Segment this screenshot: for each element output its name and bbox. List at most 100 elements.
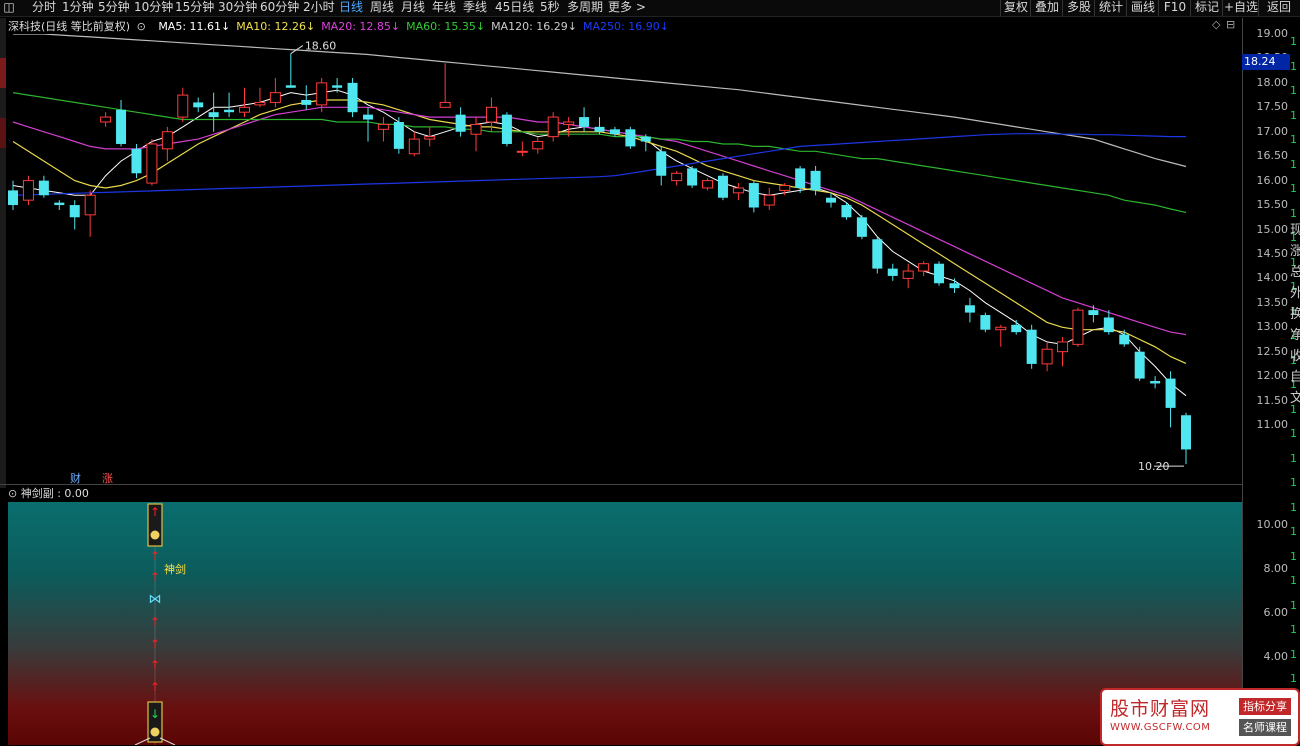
ma-line-ma250 [12,133,1186,196]
ma-value-4: MA120: 16.29 [491,20,568,33]
toolbar-button-4[interactable]: 画线 [1126,0,1159,16]
toolbar-button-3[interactable]: 统计 [1094,0,1127,16]
diamond-icon[interactable]: ◇ [1212,18,1220,31]
side-number: 1 [1290,500,1297,514]
side-label: 净 [1290,328,1300,343]
price-tick: 14.00 [1256,271,1289,285]
candle-body-down [980,315,991,330]
price-tick: 17.50 [1256,100,1289,114]
collapse-icon[interactable]: ⊙ [137,20,146,33]
toolbar-button-2[interactable]: 多股 [1062,0,1095,16]
side-number: 1 [1290,476,1297,489]
candle-body-down [579,117,590,127]
candle-body-up [732,187,744,194]
tab-14[interactable]: 5秒 [540,0,560,16]
side-number: 1 [1290,59,1297,73]
candle-body-up [316,82,328,106]
candle-body-up [100,116,112,123]
candle-body-up [254,101,266,106]
price-tick: 14.50 [1256,246,1289,260]
price-tick: 13.00 [1256,320,1289,334]
candle-body-down [362,114,373,120]
side-label: 现 [1290,223,1300,238]
tab-7[interactable]: 2小时 [303,0,335,16]
side-number: 1 [1290,108,1297,122]
candle-body-down [54,202,65,206]
side-label: 自 [1290,370,1300,385]
candle-body-up [547,116,559,138]
candle-body-up [22,180,34,201]
side-label: 外 [1290,286,1300,301]
ma-value-0: MA5: 11.61 [158,20,222,33]
candle-body-up [485,106,497,123]
ma-legend: 深科技(日线 等比前复权) ⊙ MA5: 11.61↓ MA10: 12.26↓ M… [8,18,669,34]
candle-body-down [393,121,404,149]
tab-8[interactable]: 日线 [339,0,363,16]
toolbar-button-7[interactable]: +自选 [1222,0,1259,16]
ma-arrow-4: ↓ [567,20,577,33]
up-arrow-icon: ↑ [150,658,160,672]
price-tick: 16.00 [1256,173,1289,187]
ma-line-ma10 [12,99,1187,364]
price-tick: 11.00 [1256,418,1289,431]
toolbar-button-1[interactable]: 叠加 [1030,0,1063,16]
side-number: 1 [1290,623,1297,636]
price-tick: 15.00 [1256,222,1289,236]
price-tick: 12.00 [1256,369,1289,383]
tab-3[interactable]: 10分钟 [134,0,173,16]
candlestick-chart[interactable]: 18.60 10.20 [0,34,1242,484]
tab-5[interactable]: 30分钟 [218,0,257,16]
toolbar-button-0[interactable]: 复权 [1000,0,1031,16]
candle-body-down [887,268,898,276]
candle-body-up [902,270,914,279]
ma-arrow-0: ↓ [221,20,231,33]
tab-10[interactable]: 月线 [401,0,425,16]
ma-arrow-5: ↓ [659,20,669,33]
high-label: 18.60 [305,40,337,53]
watermark-logo: 股市财富网 WWW.GSCFW.COM 指标分享 名师课程 [1100,688,1300,746]
candle-body-down [1119,334,1130,345]
side-number: 1 [1290,574,1297,587]
tab-15[interactable]: 多周期 [567,0,603,16]
candle-body-down [964,305,975,313]
toolbar-button-6[interactable]: 标记 [1190,0,1223,16]
price-tick: 15.50 [1256,198,1289,212]
candle-body-down [826,197,837,203]
tab-4[interactable]: 15分钟 [175,0,214,16]
tab-1[interactable]: 1分钟 [62,0,94,16]
toolbar-button-8[interactable]: 返回 [1258,0,1299,16]
candle-body-down [656,151,667,176]
tab-11[interactable]: 年线 [432,0,456,16]
tab-12[interactable]: 季线 [463,0,487,16]
up-arrow-icon: ↑ [150,615,160,629]
candle-body-down [208,112,219,118]
tab-13[interactable]: 45日线 [495,0,534,16]
window-menu-icon[interactable]: ◫ [3,0,15,16]
tab-16[interactable]: 更多 > [608,0,646,16]
watermark-url: WWW.GSCFW.COM [1110,722,1211,733]
candle-body-down [609,129,620,135]
tab-0[interactable]: 分时 [32,0,56,16]
tab-9[interactable]: 周线 [370,0,394,16]
side-label: 文 [1290,391,1300,406]
toolbar-button-5[interactable]: F10 [1158,0,1191,16]
layout-icon[interactable]: ⊟ [1226,18,1235,31]
candle-body-down [949,283,960,289]
candle-body-up [702,180,714,189]
candle-body-down [856,217,867,237]
candle-body-down [116,109,127,144]
candle-body-up [470,123,482,135]
sub-tick: 10.00 [1256,518,1289,531]
ma-line-ma5 [12,89,1187,397]
candle-body-down [1134,351,1145,379]
ma-value-3: MA60: 15.35 [406,20,476,33]
tab-2[interactable]: 5分钟 [98,0,130,16]
signal-label: 神剑 [164,562,186,576]
tab-6[interactable]: 60分钟 [260,0,299,16]
candle-body-down [1165,378,1176,408]
collapse-icon[interactable]: ⊙ [8,487,17,500]
candle-body-up [177,94,189,118]
ma-arrow-2: ↓ [390,20,401,33]
side-number: 1 [1290,451,1297,465]
candle-body-down [224,109,235,113]
